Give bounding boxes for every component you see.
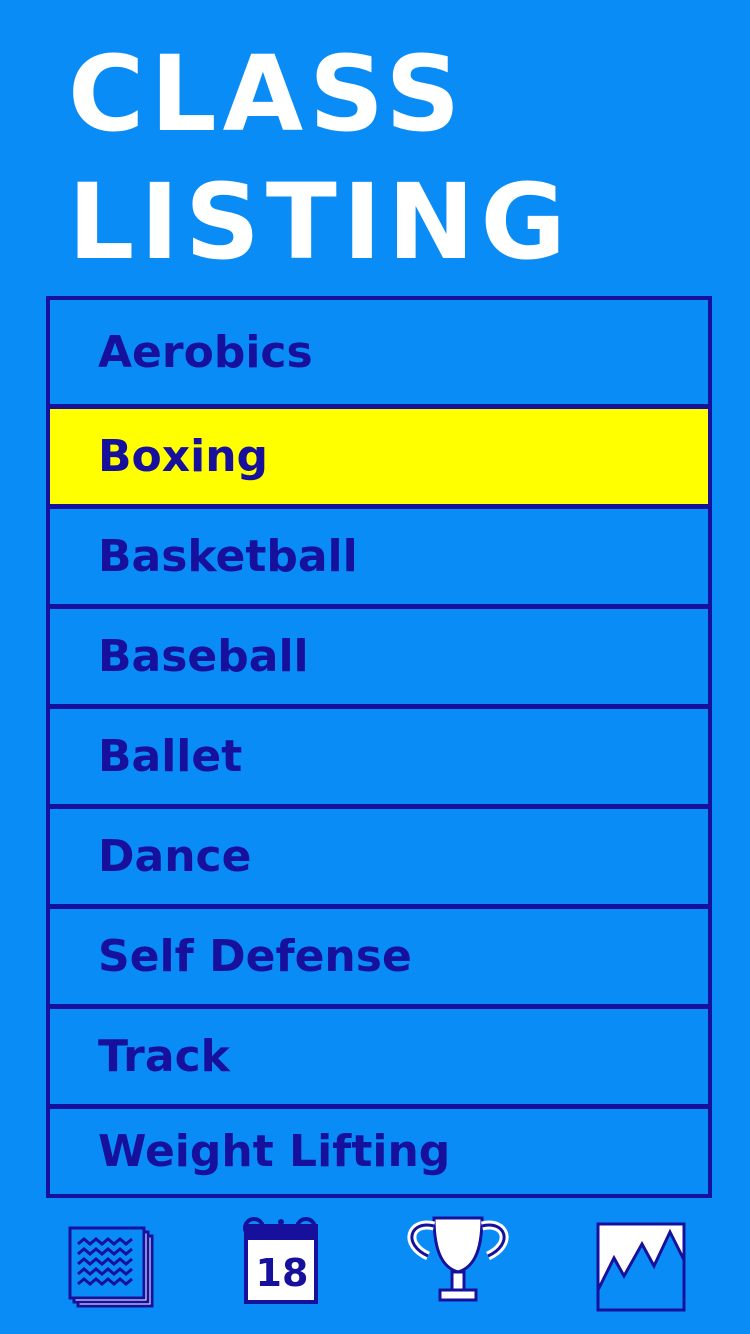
list-item-boxing[interactable]: Boxing	[50, 404, 708, 504]
list-item-label: Aerobics	[98, 326, 313, 378]
tab-documents[interactable]	[64, 1210, 164, 1314]
calendar-date: 18	[256, 1251, 309, 1295]
list-item-track[interactable]: Track	[50, 1004, 708, 1104]
class-list: Aerobics Boxing Basketball Baseball Ball…	[46, 296, 712, 1198]
list-item-ballet[interactable]: Ballet	[50, 704, 708, 804]
list-item-label: Ballet	[98, 731, 243, 782]
trophy-icon	[407, 1216, 509, 1302]
list-item-label: Weight Lifting	[98, 1126, 451, 1177]
calendar-icon: 18	[243, 1217, 318, 1304]
title-line-1: CLASS	[68, 33, 467, 155]
list-item-self-defense[interactable]: Self Defense	[50, 904, 708, 1004]
list-item-label: Boxing	[98, 431, 269, 482]
tab-trophy[interactable]	[404, 1210, 509, 1314]
list-item-label: Basketball	[98, 531, 358, 582]
list-item-label: Track	[98, 1031, 230, 1082]
title-line-2: LISTING	[68, 161, 572, 283]
list-item-dance[interactable]: Dance	[50, 804, 708, 904]
list-item-weight-lifting[interactable]: Weight Lifting	[50, 1104, 708, 1194]
tab-calendar[interactable]: 18	[232, 1210, 332, 1314]
bottom-tab-bar: 18	[0, 1210, 750, 1320]
tab-stats[interactable]	[594, 1210, 694, 1314]
list-item-basketball[interactable]: Basketball	[50, 504, 708, 604]
list-item-label: Self Defense	[98, 931, 412, 982]
chart-icon	[596, 1222, 686, 1312]
page-title: CLASS LISTING	[68, 30, 728, 286]
list-item-baseball[interactable]: Baseball	[50, 604, 708, 704]
list-item-label: Dance	[98, 831, 252, 882]
list-item-aerobics[interactable]: Aerobics	[50, 300, 708, 404]
document-stack-icon	[68, 1226, 154, 1308]
list-item-label: Baseball	[98, 631, 309, 682]
